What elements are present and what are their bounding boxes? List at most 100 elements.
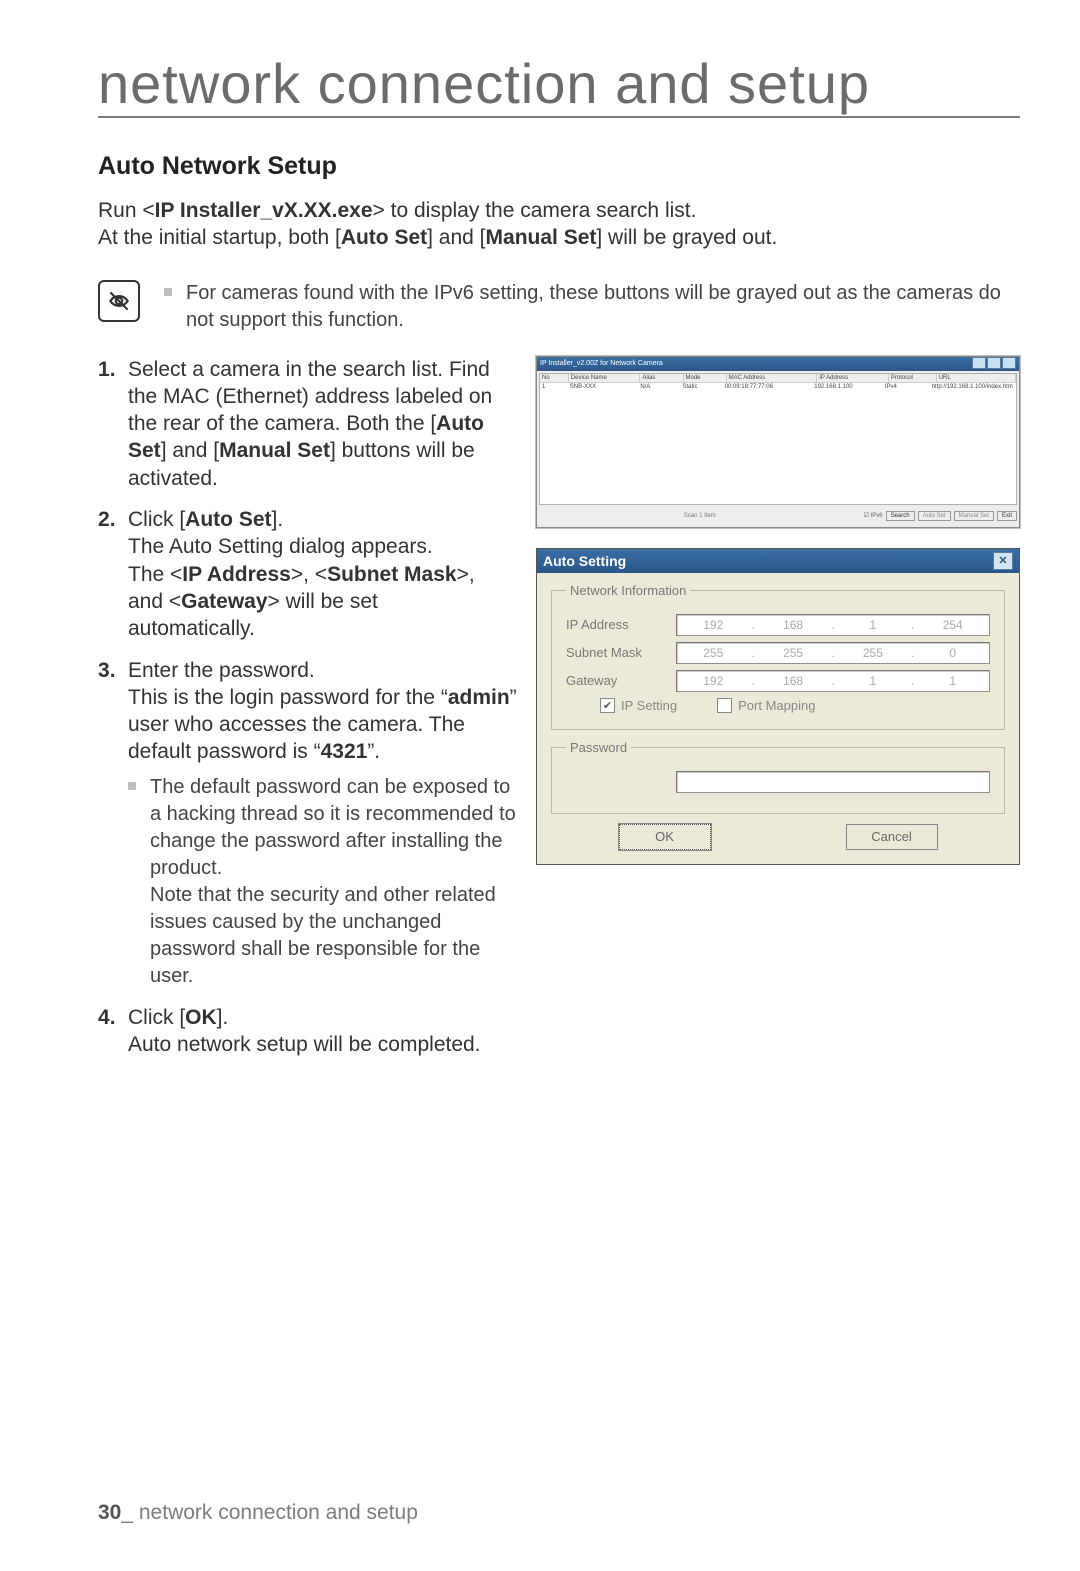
subnet-mask-label: Subnet Mask <box>566 645 676 660</box>
gw-oct-4: 1 <box>918 674 987 688</box>
note-callout: For cameras found with the IPv6 setting,… <box>98 280 1020 334</box>
gateway-label: Gateway <box>566 673 676 688</box>
step2-l3-b3: Gateway <box>181 590 267 613</box>
gateway-field[interactable]: 192. 168. 1. 1 <box>676 670 990 692</box>
mask-oct-2: 255 <box>759 646 828 660</box>
step-2: Click [Auto Set]. The Auto Setting dialo… <box>98 506 508 642</box>
step2-pre: Click [ <box>128 508 185 531</box>
intro-2-mid: ] and [ <box>427 226 485 249</box>
step4-b: OK <box>185 1006 217 1029</box>
mask-oct-1: 255 <box>679 646 748 660</box>
port-mapping-checkbox[interactable]: Port Mapping <box>717 698 815 713</box>
ip-address-label: IP Address <box>566 617 676 632</box>
cell-no: 1 <box>540 383 568 391</box>
step3-sub: The default password can be exposed to a… <box>150 774 518 990</box>
intro-text: Run <IP Installer_vX.XX.exe> to display … <box>98 197 1020 252</box>
note-text: For cameras found with the IPv6 setting,… <box>186 280 1020 334</box>
intro-1-post: > to display the camera search list. <box>373 199 697 222</box>
mask-oct-3: 255 <box>839 646 908 660</box>
cell-mac: 00:09:18:77:77:06 <box>723 383 813 391</box>
port-mapping-label: Port Mapping <box>738 698 815 713</box>
step2-l3-b1: IP Address <box>182 563 291 586</box>
installer-window-screenshot: IP Installer_v2.00Z for Network Camera N… <box>536 356 1020 528</box>
footer-text: network connection and setup <box>139 1501 418 1524</box>
gw-oct-3: 1 <box>839 674 908 688</box>
cell-alias: N/A <box>638 383 680 391</box>
ip-oct-4: 254 <box>918 618 987 632</box>
intro-2-pre: At the initial startup, both [ <box>98 226 341 249</box>
intro-1-pre: Run < <box>98 199 155 222</box>
auto-setting-dialog: Auto Setting ✕ Network Information IP Ad… <box>536 548 1020 865</box>
manual-set-button[interactable]: Manual Set <box>954 511 994 521</box>
ip-oct-2: 168 <box>759 618 828 632</box>
section-heading: Auto Network Setup <box>98 152 1020 181</box>
ok-button[interactable]: OK <box>619 824 711 850</box>
auto-set-button[interactable]: Auto Set <box>918 511 951 521</box>
subnet-mask-field[interactable]: 255. 255. 255. 0 <box>676 642 990 664</box>
dialog-title: Auto Setting <box>543 553 626 569</box>
col-proto: Protocol <box>889 374 937 382</box>
ip-setting-label: IP Setting <box>621 698 677 713</box>
ip-oct-1: 192 <box>679 618 748 632</box>
ip-address-field[interactable]: 192. 168. 1. 254 <box>676 614 990 636</box>
note-icon <box>98 280 140 322</box>
page-footer: 30_ network connection and setup <box>98 1501 418 1525</box>
col-alias: Alias <box>640 374 683 382</box>
exit-button[interactable]: Exit <box>997 511 1017 521</box>
step4-pre: Click [ <box>128 1006 185 1029</box>
step-1: Select a camera in the search list. Find… <box>98 356 518 492</box>
step-3: Enter the password. This is the login pa… <box>98 657 518 990</box>
step3-l2-b: admin <box>448 686 510 709</box>
step3-l2-pre: This is the login password for the “ <box>128 686 448 709</box>
password-field[interactable] <box>676 771 990 793</box>
intro-2-post: ] will be grayed out. <box>596 226 777 249</box>
step1-mid: ] and [ <box>161 439 219 462</box>
gw-oct-2: 168 <box>759 674 828 688</box>
page-title: network connection and setup <box>98 56 1020 116</box>
close-icon[interactable]: ✕ <box>993 552 1013 570</box>
gw-oct-1: 192 <box>679 674 748 688</box>
intro-2-b1: Auto Set <box>341 226 427 249</box>
step4-l2: Auto network setup will be completed. <box>128 1033 481 1056</box>
network-info-legend: Network Information <box>566 583 690 598</box>
ip-setting-checkbox[interactable]: ✔IP Setting <box>600 698 677 713</box>
cell-proto: IPv4 <box>883 383 930 391</box>
search-button[interactable]: Search <box>886 511 915 521</box>
cell-url: http://192.168.1.100/index.htm <box>930 383 1016 391</box>
step4-post: ]. <box>217 1006 229 1029</box>
step3-l2-end: ”. <box>367 740 380 763</box>
cell-device: SNB-XXX <box>568 383 639 391</box>
col-device: Device Name <box>569 374 641 382</box>
scan-count-label: Scan 1 Item <box>539 513 861 519</box>
step2-l3-pre: The < <box>128 563 182 586</box>
cell-mode: Static <box>681 383 723 391</box>
step2-l3-m1: >, < <box>291 563 327 586</box>
intro-1-bold: IP Installer_vX.XX.exe <box>155 199 373 222</box>
col-no: No <box>540 374 569 382</box>
installer-title: IP Installer_v2.00Z for Network Camera <box>540 360 663 367</box>
step2-l3-b2: Subnet Mask <box>327 563 457 586</box>
window-controls <box>971 357 1016 371</box>
col-mac: MAC Address <box>727 374 818 382</box>
step3-l1: Enter the password. <box>128 659 315 682</box>
ipv6-check-label: ☑ IPv6 <box>864 512 883 519</box>
intro-2-b2: Manual Set <box>486 226 597 249</box>
cancel-button[interactable]: Cancel <box>846 824 938 850</box>
step1-b2: Manual Set <box>219 439 330 462</box>
col-ip: IP Address <box>817 374 889 382</box>
footer-sep: _ <box>121 1501 139 1524</box>
step2-post: ]. <box>272 508 284 531</box>
step3-l2-b2: 4321 <box>321 740 368 763</box>
bullet-icon <box>128 782 136 790</box>
ip-oct-3: 1 <box>839 618 908 632</box>
step-4: Click [OK]. Auto network setup will be c… <box>98 1004 518 1059</box>
cell-ip: 192.168.1.100 <box>812 383 883 391</box>
col-url: URL <box>937 374 1016 382</box>
step2-l2: The Auto Setting dialog appears. <box>128 535 433 558</box>
password-legend: Password <box>566 740 631 755</box>
col-mode: Mode <box>684 374 727 382</box>
page-number: 30 <box>98 1501 121 1524</box>
mask-oct-4: 0 <box>918 646 987 660</box>
step2-b: Auto Set <box>185 508 271 531</box>
bullet-icon <box>164 288 172 296</box>
